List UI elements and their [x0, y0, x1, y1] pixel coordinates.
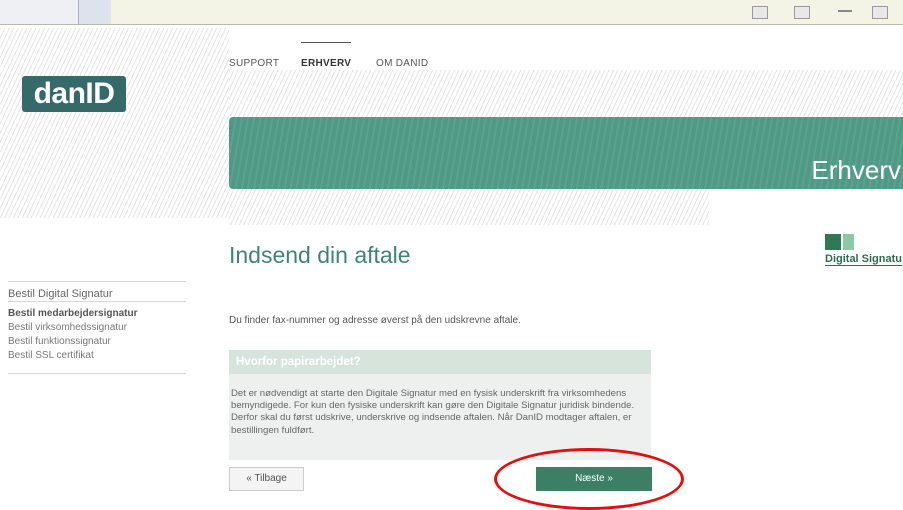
logo-square-dark: [825, 234, 841, 250]
background-hatching: [0, 28, 229, 218]
print-icon[interactable]: [794, 6, 810, 19]
page-icon[interactable]: [752, 6, 768, 19]
sidebar-item-virksomhedssignatur[interactable]: Bestil virksomhedssignatur: [8, 322, 127, 333]
banner-title: Erhverv: [811, 155, 901, 185]
section-banner: Erhverv: [229, 117, 903, 189]
browser-tab[interactable]: [0, 0, 111, 24]
browser-toolbar: [0, 0, 903, 25]
page-title: Indsend din aftale: [229, 242, 411, 268]
sidebar-item-ssl-certifikat[interactable]: Bestil SSL certifikat: [8, 350, 94, 361]
background-hatching: [229, 70, 903, 117]
highlight-circle: [494, 448, 684, 510]
back-button[interactable]: « Tilbage: [229, 467, 304, 491]
info-text: Du finder fax-nummer og adresse øverst p…: [229, 315, 521, 326]
nav-om-danid[interactable]: OM DANID: [376, 58, 428, 69]
divider: [8, 301, 186, 302]
digital-signatur-text: Digital Signatu: [825, 253, 902, 266]
banner-pattern: [229, 117, 903, 189]
tools-icon[interactable]: [872, 6, 888, 19]
logo-square-light: [843, 234, 854, 250]
nav-erhverv[interactable]: ERHVERV: [301, 58, 351, 69]
info-box-header: Hvorfor papirarbejdet?: [229, 350, 651, 374]
nav-support[interactable]: SUPPORT: [229, 58, 279, 69]
info-box: Hvorfor papirarbejdet? Det er nødvendigt…: [229, 350, 651, 460]
info-box-title: Hvorfor papirarbejdet?: [236, 356, 361, 368]
info-box-text: Det er nødvendigt at starte den Digitale…: [231, 388, 635, 436]
sidebar-item-medarbejdersignatur[interactable]: Bestil medarbejdersignatur: [8, 308, 137, 319]
new-tab-icon[interactable]: [78, 0, 111, 24]
sidebar-heading[interactable]: Bestil Digital Signatur: [8, 288, 113, 300]
sidebar-item-funktionssignatur[interactable]: Bestil funktionssignatur: [8, 336, 111, 347]
active-nav-underline: [301, 42, 351, 43]
danid-logo[interactable]: danID: [22, 76, 126, 112]
minimize-icon[interactable]: [838, 10, 852, 12]
background-hatching: [229, 189, 709, 225]
divider: [8, 373, 186, 374]
divider: [8, 281, 186, 282]
